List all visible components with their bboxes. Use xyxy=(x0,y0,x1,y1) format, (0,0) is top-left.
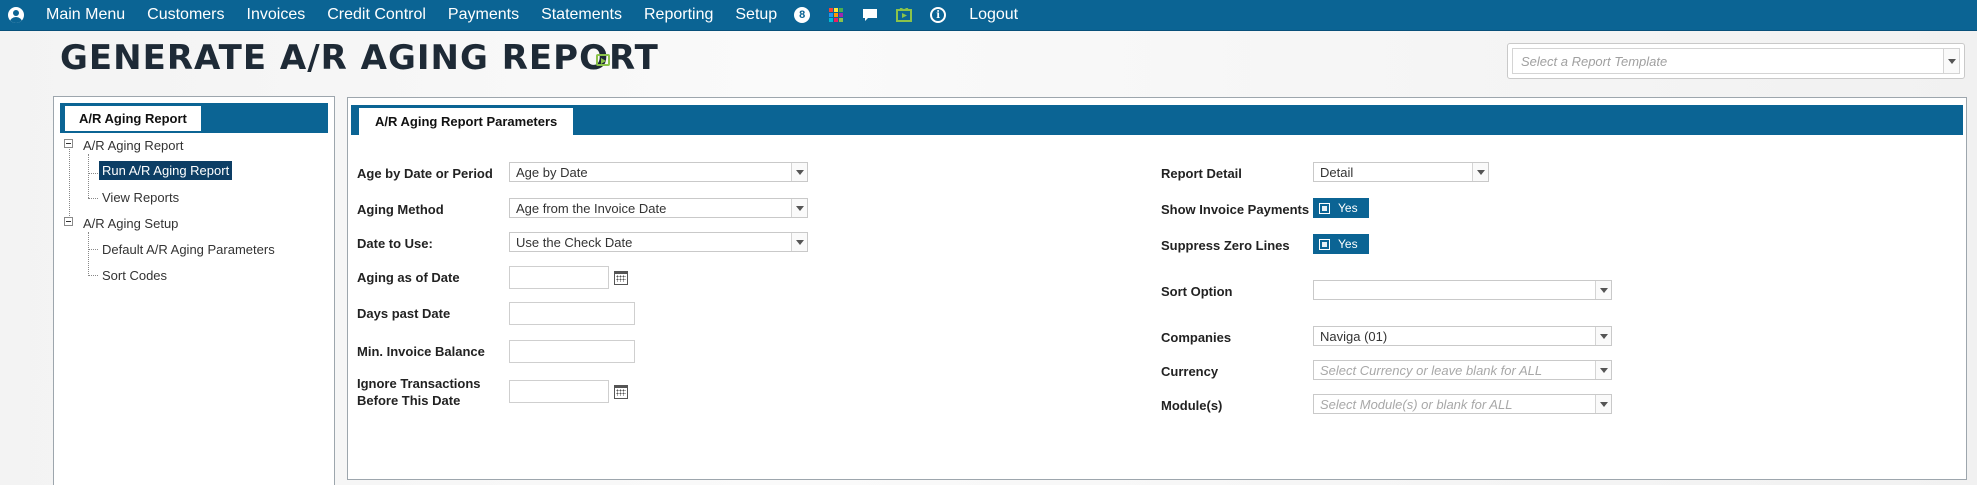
tree-collapse-icon[interactable] xyxy=(64,217,73,226)
sidebar-tab[interactable]: A/R Aging Report xyxy=(64,105,202,131)
page-title: GENERATE A/R AGING REPORT xyxy=(60,38,659,78)
report-template-placeholder: Select a Report Template xyxy=(1521,53,1668,69)
tree-item-aging-setup[interactable]: A/R Aging Setup xyxy=(83,216,178,231)
notification-badge-icon[interactable]: 8 xyxy=(793,6,811,24)
companies-value: Naviga (01) xyxy=(1320,328,1388,344)
show-payments-value: Yes xyxy=(1338,201,1358,215)
user-icon[interactable] xyxy=(8,7,24,23)
chevron-down-icon[interactable] xyxy=(1472,163,1488,181)
chevron-down-icon[interactable] xyxy=(791,233,807,251)
aging-as-of-input[interactable] xyxy=(509,266,609,289)
days-past-label: Days past Date xyxy=(357,306,451,321)
tree-collapse-icon[interactable] xyxy=(64,139,73,148)
tree-item-sort-codes[interactable]: Sort Codes xyxy=(102,268,167,283)
report-detail-select[interactable]: Detail xyxy=(1313,162,1489,182)
chevron-down-icon[interactable] xyxy=(1595,281,1611,299)
aging-as-of-label: Aging as of Date xyxy=(357,270,460,285)
chevron-down-icon[interactable] xyxy=(791,199,807,217)
modules-label: Module(s) xyxy=(1161,398,1223,413)
days-past-input[interactable] xyxy=(509,302,635,325)
nav-customers[interactable]: Customers xyxy=(147,6,224,24)
parameters-panel: A/R Aging Report Parameters Age by Date … xyxy=(347,97,1967,480)
tree-item-run-aging-report[interactable]: Run A/R Aging Report xyxy=(99,161,233,180)
parameters-tab[interactable]: A/R Aging Report Parameters xyxy=(359,108,574,135)
sort-option-select[interactable] xyxy=(1313,280,1612,300)
calendar-icon[interactable] xyxy=(614,385,628,399)
report-template-select[interactable]: Select a Report Template xyxy=(1507,43,1965,79)
modules-placeholder: Select Module(s) or blank for ALL xyxy=(1320,396,1513,412)
ignore-before-label-line1: Ignore Transactions xyxy=(357,376,481,391)
notification-count: 8 xyxy=(794,7,811,23)
suppress-zero-toggle[interactable]: Yes xyxy=(1313,234,1369,254)
date-to-use-select[interactable]: Use the Check Date xyxy=(509,232,808,252)
checkbox-icon xyxy=(1319,202,1330,214)
companies-select[interactable]: Naviga (01) xyxy=(1313,326,1612,346)
tree-item-view-reports[interactable]: View Reports xyxy=(102,190,179,205)
tree-item-default-parameters[interactable]: Default A/R Aging Parameters xyxy=(102,242,275,257)
age-by-select[interactable]: Age by Date xyxy=(509,162,808,182)
nav-credit-control[interactable]: Credit Control xyxy=(327,6,426,24)
min-balance-label: Min. Invoice Balance xyxy=(357,344,485,359)
checkbox-icon xyxy=(1319,238,1330,250)
age-by-value: Age by Date xyxy=(516,164,588,180)
tree-item-aging-report[interactable]: A/R Aging Report xyxy=(83,138,183,153)
age-by-label: Age by Date or Period xyxy=(357,166,493,181)
suppress-zero-label: Suppress Zero Lines xyxy=(1161,238,1290,253)
chat-icon[interactable] xyxy=(861,6,879,24)
chevron-down-icon[interactable] xyxy=(1595,361,1611,379)
chevron-down-icon[interactable] xyxy=(1943,49,1959,73)
chevron-down-icon[interactable] xyxy=(791,163,807,181)
aging-method-select[interactable]: Age from the Invoice Date xyxy=(509,198,808,218)
apps-grid-icon[interactable] xyxy=(827,6,845,24)
nav-payments[interactable]: Payments xyxy=(448,6,519,24)
currency-select[interactable]: Select Currency or leave blank for ALL xyxy=(1313,360,1612,380)
nav-reporting[interactable]: Reporting xyxy=(644,6,713,24)
date-to-use-label: Date to Use: xyxy=(357,236,433,251)
report-detail-value: Detail xyxy=(1320,164,1354,180)
ignore-before-label-line2: Before This Date xyxy=(357,393,461,408)
top-nav-bar: Main Menu Customers Invoices Credit Cont… xyxy=(0,0,1977,31)
aging-method-value: Age from the Invoice Date xyxy=(516,200,667,216)
sidebar-panel: A/R Aging Report A/R Aging Report Run A/… xyxy=(53,96,335,485)
nav-main-menu[interactable]: Main Menu xyxy=(46,6,125,24)
min-balance-input[interactable] xyxy=(509,340,635,363)
parameters-header xyxy=(351,105,1963,135)
show-payments-toggle[interactable]: Yes xyxy=(1313,198,1369,218)
chevron-down-icon[interactable] xyxy=(1595,327,1611,345)
sort-option-label: Sort Option xyxy=(1161,284,1233,299)
nav-invoices[interactable]: Invoices xyxy=(247,6,306,24)
ignore-before-input[interactable] xyxy=(509,380,609,403)
nav-setup[interactable]: Setup xyxy=(735,6,777,24)
video-icon[interactable] xyxy=(895,6,913,24)
video-help-icon[interactable] xyxy=(596,54,610,66)
chevron-down-icon[interactable] xyxy=(1595,395,1611,413)
show-payments-label: Show Invoice Payments xyxy=(1161,202,1310,217)
nav-statements[interactable]: Statements xyxy=(541,6,622,24)
nav-logout[interactable]: Logout xyxy=(969,6,1018,24)
aging-method-label: Aging Method xyxy=(357,202,444,217)
currency-label: Currency xyxy=(1161,364,1219,379)
report-detail-label: Report Detail xyxy=(1161,166,1242,181)
currency-placeholder: Select Currency or leave blank for ALL xyxy=(1320,362,1543,378)
date-to-use-value: Use the Check Date xyxy=(516,234,633,250)
modules-select[interactable]: Select Module(s) or blank for ALL xyxy=(1313,394,1612,414)
calendar-icon[interactable] xyxy=(614,271,628,285)
companies-label: Companies xyxy=(1161,330,1232,345)
info-icon[interactable]: i xyxy=(929,6,947,24)
suppress-zero-value: Yes xyxy=(1338,237,1358,251)
